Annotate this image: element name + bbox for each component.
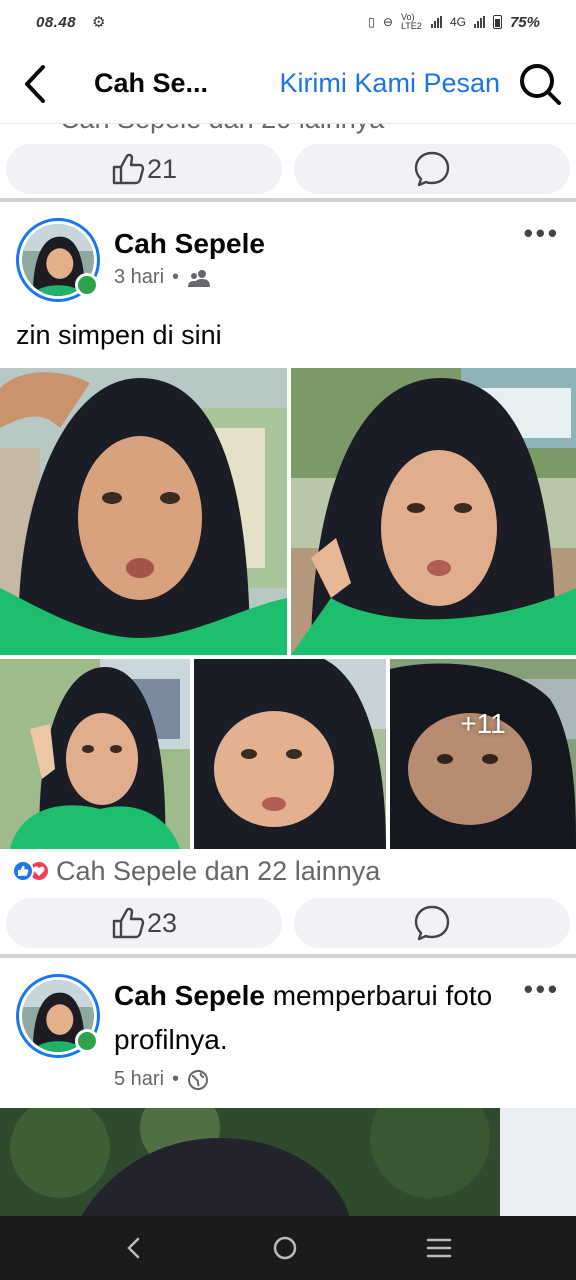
reaction-summary-text: Cah Sepele dan 22 lainnya [56,855,381,886]
comment-button[interactable] [294,144,570,194]
avatar[interactable] [16,974,100,1058]
do-not-disturb-icon: ⊖ [382,15,393,29]
page-title: Cah Se... [94,68,209,98]
vibrate-icon: ▯ [368,15,375,29]
post-header: Cah Sepele 3 hari • ••• [16,218,560,302]
photo-selfie-2 [291,368,576,655]
send-message-link[interactable]: Kirimi Kami Pesan [279,68,500,99]
friends-icon [188,269,211,287]
reaction-summary[interactable]: Cah Sepele dan 22 lainnya [12,853,380,889]
post-author[interactable]: Cah Sepele [114,228,520,260]
previous-post-actions: 21 [6,144,570,194]
post-header: Cah Sepele memperbarui foto profilnya. 5… [16,974,560,1091]
thumbs-up-icon [112,907,145,939]
carrier-label: Vo) LTE2 [400,12,422,31]
dot-separator: • [172,1068,180,1090]
post-photo-4[interactable] [194,659,386,849]
more-photos-count: +11 [460,708,506,739]
post-author[interactable]: Cah Sepele [114,980,265,1011]
like-button[interactable]: 23 [6,898,282,948]
nav-home-icon[interactable] [272,1235,298,1261]
system-navigation-bar [0,1216,576,1280]
dot-separator: • [172,266,180,288]
more-horizontal-icon: ••• [523,974,560,1004]
battery-percent: 75% [509,13,540,31]
battery-icon [492,15,502,29]
search-button[interactable] [518,62,562,106]
status-time: 08.48 [36,13,77,31]
photo-selfie-4 [194,659,386,849]
thumbs-up-icon [112,153,145,185]
gear-icon: ⚙ [92,14,106,31]
post-time[interactable]: 5 hari [114,1068,164,1091]
online-status-dot [75,273,99,297]
post-photo-3[interactable] [0,659,190,849]
more-options-button[interactable]: ••• [520,974,560,1091]
more-options-button[interactable]: ••• [520,218,560,302]
nav-recents-icon[interactable] [426,1237,452,1259]
facebook-profile-page: 08.48 ⚙ ▯ ⊖ Vo) LTE2 4G 75% Cah Se... Ki… [0,0,576,1280]
back-button[interactable] [20,64,50,104]
signal-icon-2 [473,16,485,28]
like-button[interactable]: 21 [6,144,282,194]
app-header: Cah Se... Kirimi Kami Pesan [0,44,576,124]
comment-bubble-icon [414,905,450,941]
network-label: 4G [449,15,466,29]
status-icons: ▯ ⊖ Vo) LTE2 4G 75% [368,13,540,31]
post-subline: 5 hari • [114,1068,520,1091]
more-horizontal-icon: ••• [523,218,560,248]
online-status-dot [75,1029,99,1053]
post-separator [0,198,576,202]
comment-button[interactable] [294,898,570,948]
comment-bubble-icon [414,151,450,187]
post-photo-5[interactable]: +11 [390,659,576,849]
photo-profile-update [0,1108,576,1218]
post-headline: Cah Sepele memperbarui foto profilnya. [114,974,520,1062]
like-reaction-icon [12,860,34,882]
post-separator [0,954,576,958]
post-photo-1[interactable] [0,368,287,655]
photo-selfie-1 [0,368,287,655]
post-subline: 3 hari • [114,266,520,289]
post-meta: Cah Sepele memperbarui foto profilnya. 5… [114,974,520,1091]
like-count: 21 [146,153,178,184]
arrow-left-icon [25,64,45,103]
globe-icon [188,1069,209,1090]
signal-icon [430,16,442,28]
profile-photo-preview[interactable] [0,1108,576,1218]
search-icon [520,63,561,105]
post-time[interactable]: 3 hari [114,266,164,289]
like-count: 23 [146,907,178,938]
post-caption: zin simpen di sini [16,320,222,350]
post-photo-2[interactable] [291,368,576,655]
nav-back-icon[interactable] [124,1236,144,1260]
post-meta: Cah Sepele 3 hari • [114,218,520,302]
post-actions: 23 [6,898,570,948]
avatar[interactable] [16,218,100,302]
status-bar: 08.48 ⚙ ▯ ⊖ Vo) LTE2 4G 75% [0,0,576,44]
photo-selfie-3 [0,659,190,849]
